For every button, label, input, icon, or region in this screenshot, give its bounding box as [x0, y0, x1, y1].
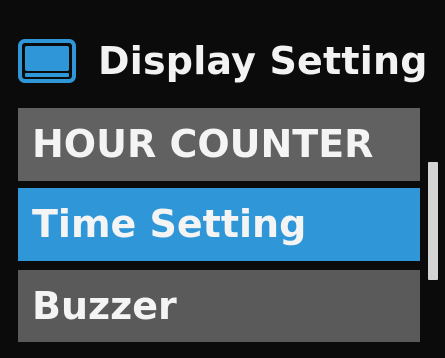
display-icon	[18, 39, 76, 83]
device-screen: Display Setting HOUR COUNTER Time Settin…	[0, 0, 445, 358]
page-title: Display Setting	[98, 39, 428, 83]
menu-item-hour-counter[interactable]: HOUR COUNTER	[18, 108, 420, 181]
screen-header: Display Setting	[0, 0, 445, 100]
menu-item-buzzer[interactable]: Buzzer	[18, 270, 420, 342]
scrollbar-thumb[interactable]	[428, 162, 438, 280]
menu-item-time-setting[interactable]: Time Setting	[18, 188, 420, 261]
